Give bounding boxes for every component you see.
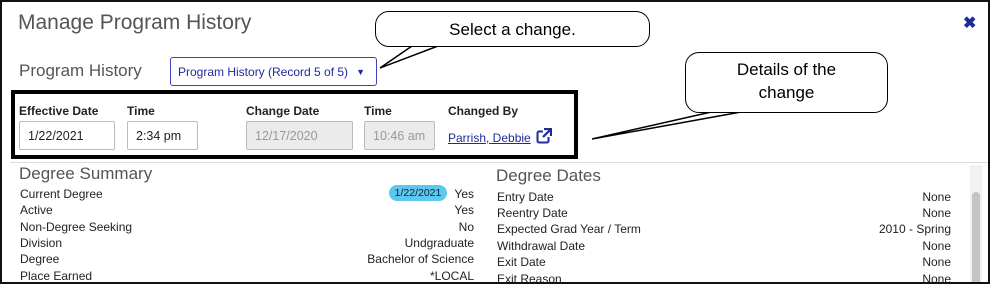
dates-row-label: Withdrawal Date (497, 239, 586, 253)
summary-row-label: Place Earned (20, 269, 93, 283)
scrollbar-thumb[interactable] (972, 192, 980, 282)
dates-row-value: None (922, 272, 951, 284)
change-details-highlight: Effective Date 1/22/2021 Time 2:34 pm Ch… (11, 90, 578, 159)
dates-row-value: None (922, 206, 951, 220)
dates-row-label: Exit Date (497, 255, 546, 269)
dates-row-label: Exit Reason (497, 272, 562, 284)
time-field[interactable]: 2:34 pm (127, 121, 198, 150)
select-change-callout-text: Select a change. (449, 20, 576, 39)
external-link-icon[interactable] (536, 128, 552, 144)
caret-down-icon: ▼ (356, 66, 365, 77)
summary-row-value: *LOCAL (429, 269, 474, 283)
dates-row-value: None (922, 190, 951, 204)
program-history-selected-value: Program History (Record 5 of 5) (178, 64, 349, 79)
summary-row-value: Bachelor of Science (367, 252, 474, 266)
summary-row-value: Undgraduate (404, 236, 474, 250)
time-header: Time (127, 104, 155, 118)
details-callout-line2: change (758, 83, 815, 102)
effective-date-field[interactable]: 1/22/2021 (19, 121, 115, 150)
summary-row-label: Division (20, 236, 63, 250)
dialog-title: Manage Program History (18, 11, 252, 34)
summary-row-label: Non-Degree Seeking (20, 220, 133, 234)
changed-by-link[interactable]: Parrish, Debbie (448, 131, 531, 145)
change-time-field: 10:46 am (364, 121, 435, 150)
summary-row-value: Yes (454, 187, 474, 201)
dates-row-label: Entry Date (497, 190, 554, 204)
program-history-select[interactable]: Program History (Record 5 of 5) ▼ (170, 57, 377, 86)
close-icon[interactable]: ✖ (963, 13, 976, 33)
summary-row-label: Degree (20, 252, 60, 266)
dates-row-value: None (922, 255, 951, 269)
effective-date-header: Effective Date (19, 104, 99, 118)
dates-row-label: Expected Grad Year / Term (497, 222, 641, 236)
dates-row-value: 2010 - Spring (878, 222, 951, 236)
summary-row-value: No (458, 220, 474, 234)
summary-row-value: Yes (454, 203, 474, 217)
degree-summary-title: Degree Summary (19, 164, 153, 183)
select-change-callout: Select a change. (375, 11, 650, 47)
changed-by-header: Changed By (448, 104, 519, 118)
degree-dates-title: Degree Dates (496, 166, 601, 185)
change-date-header: Change Date (246, 104, 320, 118)
change-time-header: Time (364, 104, 392, 118)
dates-row-value: None (922, 239, 951, 253)
dates-row-label: Reentry Date (497, 206, 568, 220)
details-callout: Details of the change (685, 52, 888, 113)
section-divider (10, 162, 988, 163)
details-callout-line1: Details of the (736, 60, 837, 79)
manage-program-history-dialog: Manage Program History ✖ Program History… (0, 0, 990, 284)
summary-row-label: Active (20, 203, 53, 217)
summary-row-label: Current Degree (20, 187, 103, 201)
change-date-field: 12/17/2020 (246, 121, 353, 150)
program-history-label: Program History (19, 61, 142, 80)
